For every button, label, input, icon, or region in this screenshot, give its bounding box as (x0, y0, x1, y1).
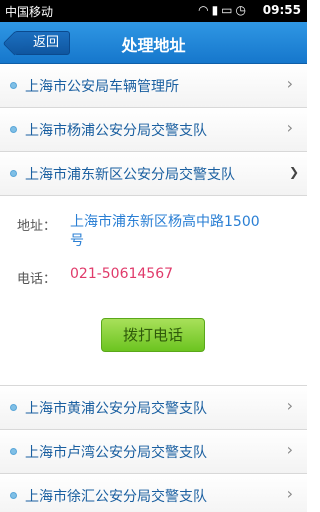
chevron-right-icon: › (286, 396, 293, 415)
chevron-right-icon: › (286, 484, 293, 503)
wifi-icon: ◠ (198, 3, 212, 17)
list-item-label: 上海市卢湾公安分局交警支队 (25, 445, 207, 461)
list-item-label: 上海市杨浦公安分局交警支队 (25, 123, 207, 139)
alarm-icon: ◷ (235, 3, 249, 17)
phone-label: 电话： (17, 272, 57, 287)
title-bar: 返回 处理地址 (0, 22, 307, 64)
list-item-expanded[interactable]: 上海市浦东新区公安分局交警支队 ❯ (0, 152, 307, 196)
list-item-label: 上海市浦东新区公安分局交警支队 (25, 167, 235, 183)
chevron-down-icon: ❯ (288, 165, 299, 179)
list-item-label: 上海市黄浦公安分局交警支队 (25, 401, 207, 417)
list-item[interactable]: 上海市徐汇公安分局交警支队 › (0, 474, 307, 512)
status-bar: 中国移动 ◠▮▭◷ 09:55 (0, 0, 307, 22)
signal-icon: ▮ (211, 3, 222, 17)
address-value[interactable]: 上海市浦东新区杨高中路1500号 (70, 213, 260, 251)
status-time: 09:55 (262, 3, 301, 17)
list-item[interactable]: 上海市杨浦公安分局交警支队 › (0, 108, 307, 152)
battery-icon: ▭ (221, 3, 236, 17)
office-detail: 地址： 上海市浦东新区杨高中路1500号 电话： 021-50614567 拨打… (0, 196, 307, 386)
page-title: 处理地址 (121, 36, 186, 55)
bullet-icon (10, 126, 17, 133)
bullet-icon (10, 492, 17, 499)
list-item[interactable]: 上海市黄浦公安分局交警支队 › (0, 386, 307, 430)
call-button[interactable]: 拨打电话 (101, 318, 205, 352)
list-item-label: 上海市徐汇公安分局交警支队 (25, 489, 207, 505)
bullet-icon (10, 82, 17, 89)
status-icons: ◠▮▭◷ (198, 3, 249, 17)
bullet-icon (10, 404, 17, 411)
chevron-right-icon: › (286, 118, 293, 137)
phone-value[interactable]: 021-50614567 (70, 266, 173, 282)
carrier-name: 中国移动 (5, 5, 54, 19)
list-item[interactable]: 上海市卢湾公安分局交警支队 › (0, 430, 307, 474)
chevron-right-icon: › (286, 74, 293, 93)
list-item-label: 上海市公安局车辆管理所 (25, 79, 179, 95)
chevron-right-icon: › (286, 440, 293, 459)
address-label: 地址： (17, 219, 57, 234)
bullet-icon (10, 448, 17, 455)
list-item[interactable]: 上海市公安局车辆管理所 › (0, 64, 307, 108)
office-list: 上海市公安局车辆管理所 › 上海市杨浦公安分局交警支队 › 上海市浦东新区公安分… (0, 64, 307, 512)
bullet-icon (10, 170, 17, 177)
